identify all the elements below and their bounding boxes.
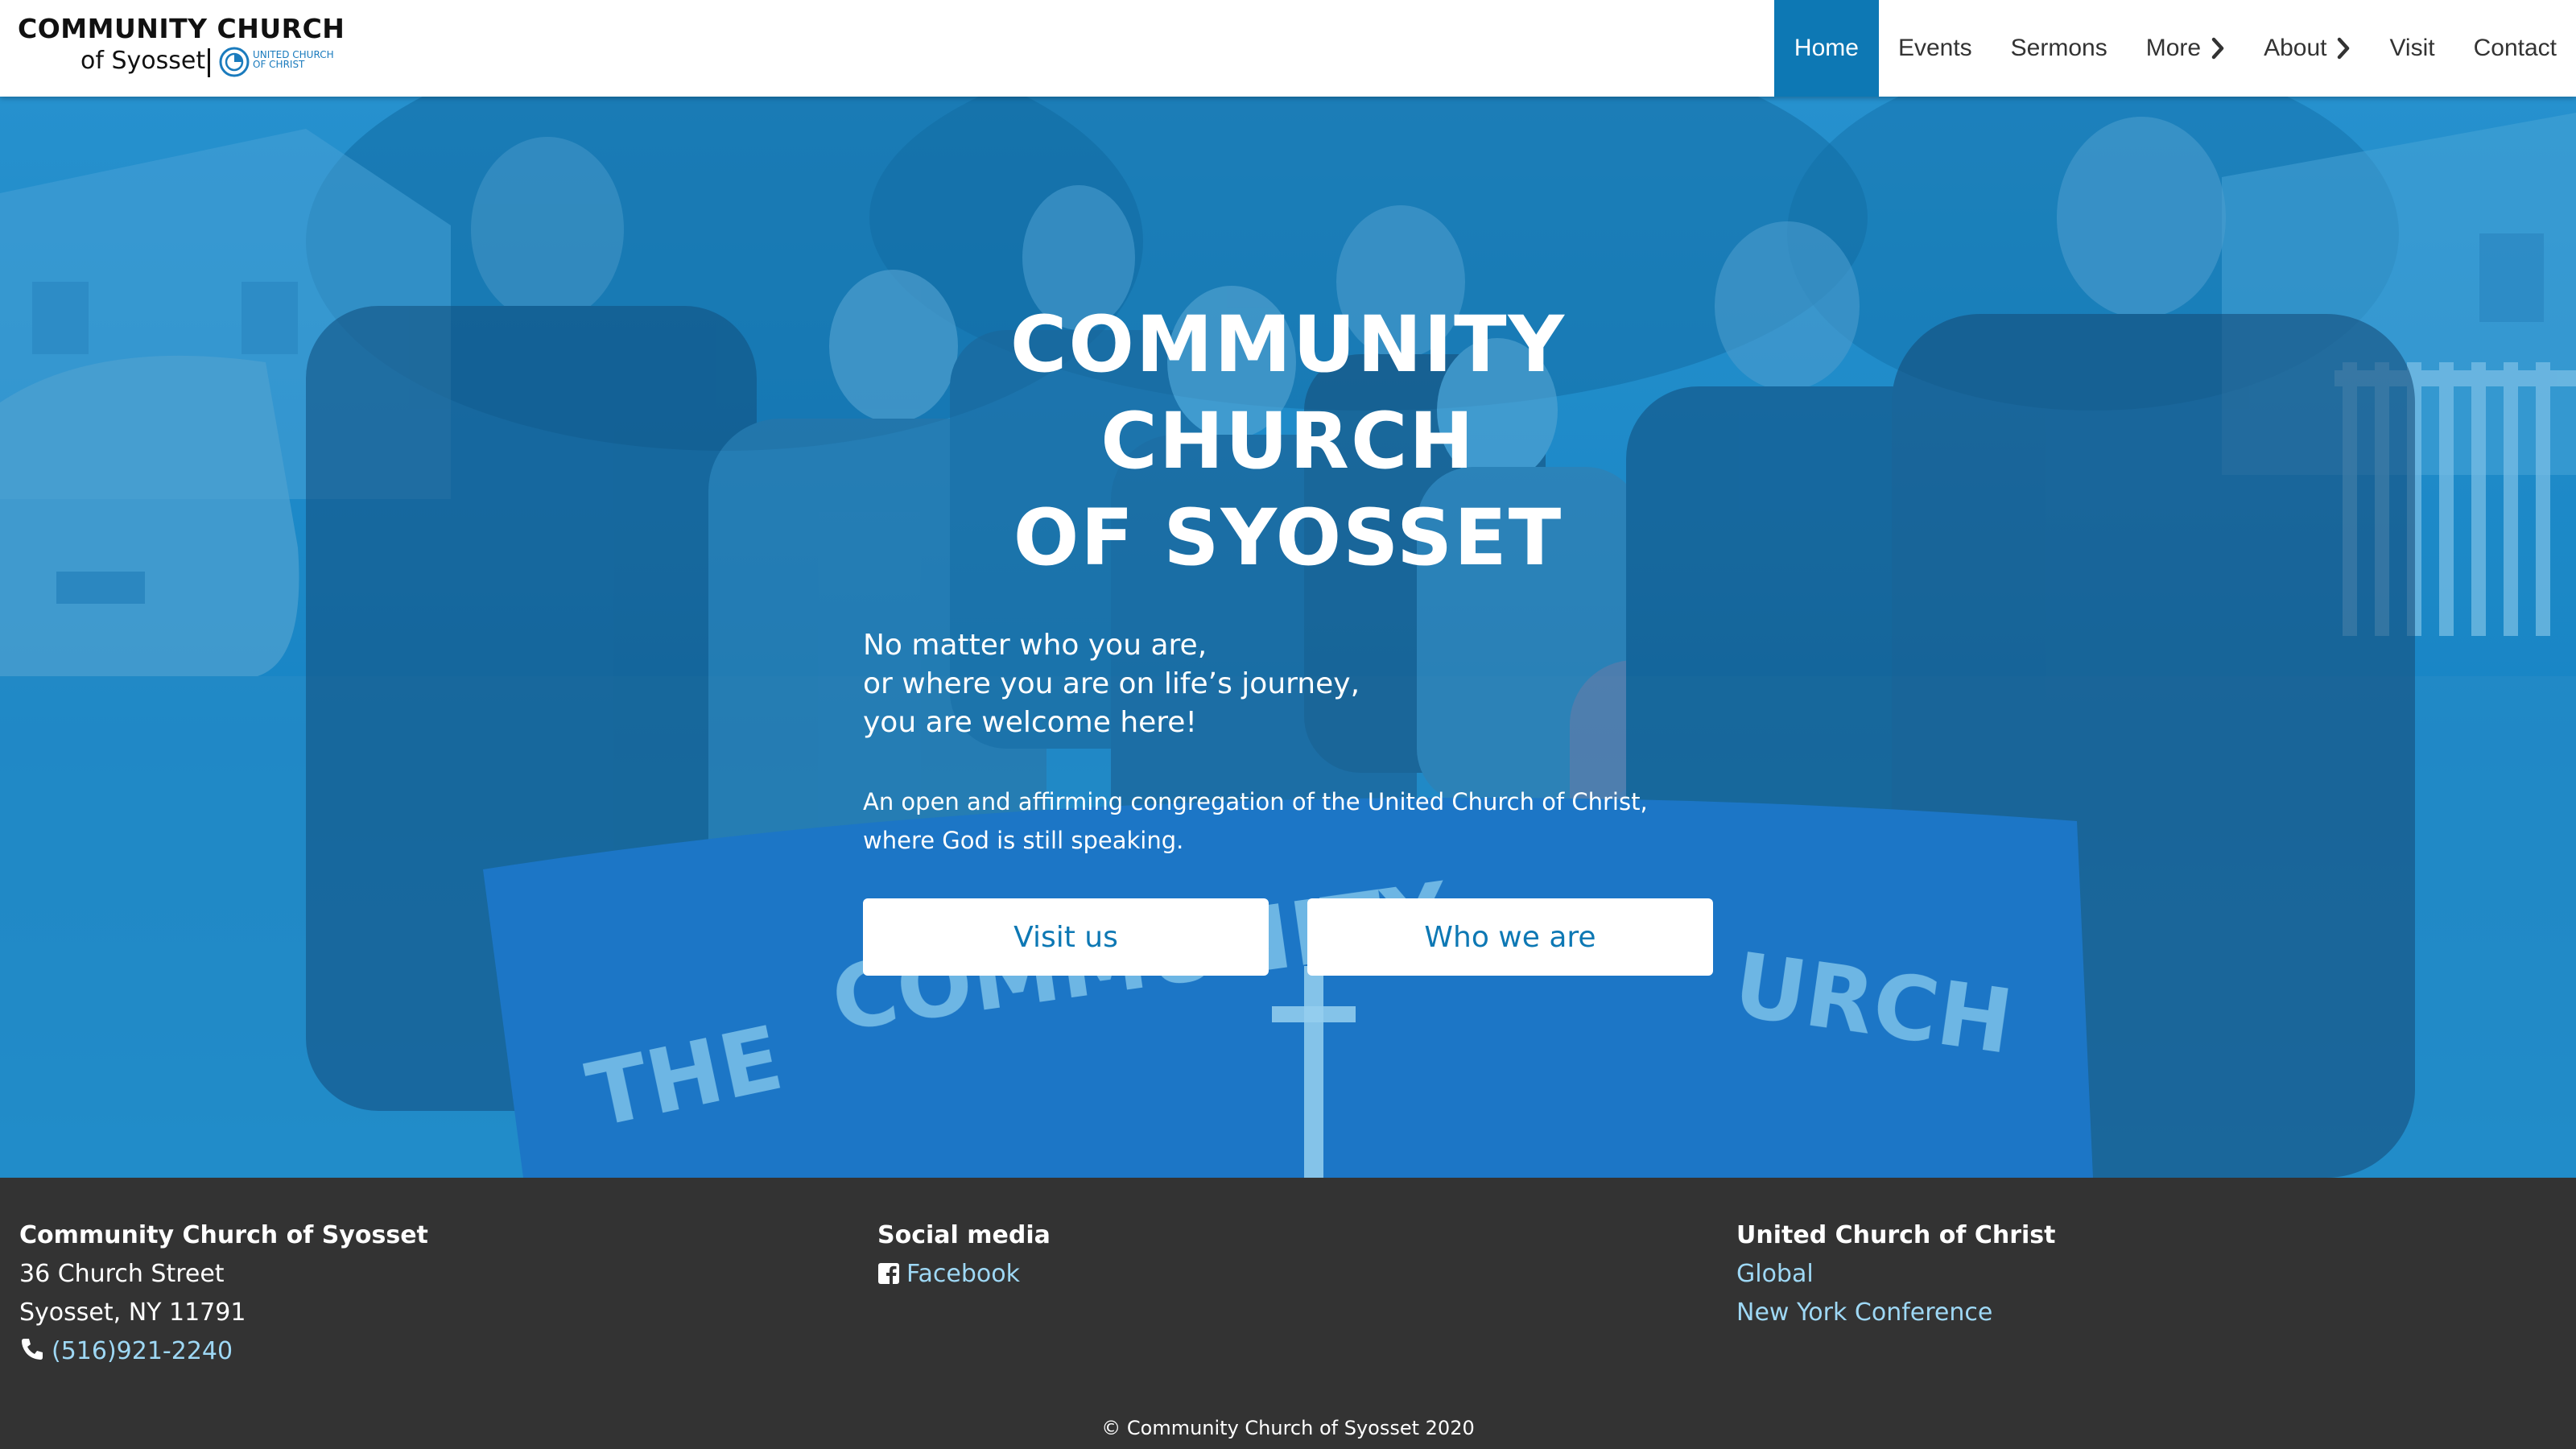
footer-phone-row: (516)921-2240: [19, 1332, 428, 1371]
footer-street: 36 Church Street: [19, 1260, 225, 1288]
copyright-notice: © Community Church of Syosset 2020: [1101, 1417, 1475, 1439]
nav-about[interactable]: About: [2244, 0, 2370, 97]
ucc-logo-icon: [219, 47, 250, 77]
hero-section: THE COMMUNITY URCH COMMUNITY CHURCH OF S…: [0, 97, 2576, 1178]
footer-social: Social media Facebook: [877, 1216, 1051, 1294]
footer-city: Syosset, NY 11791: [19, 1298, 246, 1327]
site-header: COMMUNITY CHURCH of Syosset UNITED CHURC…: [0, 0, 2576, 97]
footer-contact: Community Church of Syosset 36 Church St…: [19, 1216, 428, 1371]
site-logo[interactable]: COMMUNITY CHURCH of Syosset UNITED CHURC…: [18, 13, 356, 82]
footer-ucc-heading: United Church of Christ: [1736, 1221, 2056, 1249]
footer-ucc: United Church of Christ Global New York …: [1736, 1216, 2055, 1332]
phone-icon: [22, 1339, 43, 1360]
logo-subtitle: of Syosset: [80, 47, 206, 75]
facebook-row: Facebook: [877, 1255, 1051, 1294]
ucc-global-link[interactable]: Global: [1736, 1255, 2055, 1294]
nav-contact[interactable]: Contact: [2454, 0, 2576, 97]
nav-home[interactable]: Home: [1773, 0, 1879, 97]
facebook-link[interactable]: Facebook: [906, 1260, 1020, 1288]
visit-us-button[interactable]: Visit us: [863, 898, 1269, 976]
footer-social-heading: Social media: [877, 1221, 1051, 1249]
logo-divider: [208, 48, 210, 77]
ucc-logo-text: UNITED CHURCH OF CHRIST: [253, 49, 334, 70]
phone-link[interactable]: (516)921-2240: [52, 1337, 233, 1365]
chevron-right-icon: [2338, 37, 2350, 60]
nav-visit[interactable]: Visit: [2370, 0, 2454, 97]
facebook-icon: [878, 1263, 899, 1285]
who-we-are-button[interactable]: Who we are: [1307, 898, 1713, 976]
hero-description: An open and affirming congregation of th…: [863, 788, 1648, 854]
nav-events[interactable]: Events: [1879, 0, 1992, 97]
main-nav: Home Events Sermons More About Visit Con…: [1773, 0, 2576, 97]
site-footer: Community Church of Syosset 36 Church St…: [0, 1178, 2576, 1449]
chevron-right-icon: [2211, 37, 2224, 60]
ucc-ny-conference-link[interactable]: New York Conference: [1736, 1294, 2055, 1332]
nav-more[interactable]: More: [2127, 0, 2244, 97]
hero-title: COMMUNITY CHURCH OF SYOSSET: [1009, 299, 1567, 583]
hero-tagline: No matter who you are, or where you are …: [863, 629, 1360, 739]
logo-title: COMMUNITY CHURCH: [18, 13, 345, 44]
nav-sermons[interactable]: Sermons: [1992, 0, 2127, 97]
footer-contact-heading: Community Church of Syosset: [19, 1221, 428, 1249]
